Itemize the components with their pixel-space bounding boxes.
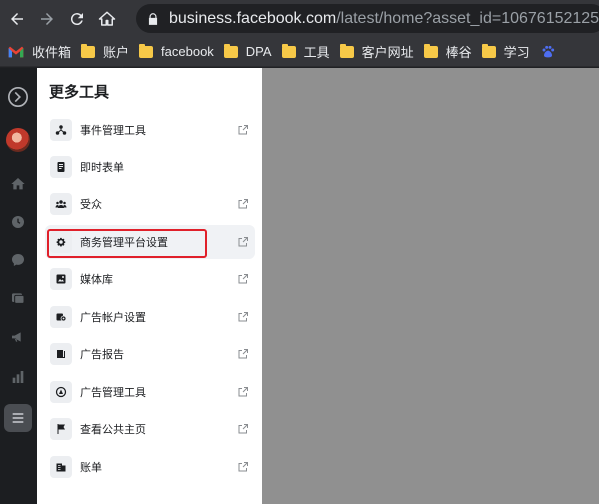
menu-item-label: 广告帐户设置 xyxy=(80,312,146,324)
bookmark-label: 工具 xyxy=(303,45,330,60)
menu-item-label: 媒体库 xyxy=(80,274,113,286)
bookmark-facebook[interactable]: facebook xyxy=(139,43,214,59)
external-link-icon[interactable] xyxy=(237,423,249,435)
menu-item-business-settings[interactable]: 商务管理平台设置 xyxy=(45,225,255,259)
bookmark-label: DPA xyxy=(245,44,272,59)
bookmarks-bar: 收件箱 账户 facebook DPA 工具 客户网址 棒谷 学习 xyxy=(0,37,599,67)
url-host: business.facebook.com xyxy=(169,9,337,27)
events-manager-icon xyxy=(50,119,72,141)
lock-icon xyxy=(148,12,158,25)
bookmark-label: facebook xyxy=(161,44,214,59)
avatar[interactable] xyxy=(6,128,30,152)
ads-megaphone-icon[interactable] xyxy=(5,324,31,350)
menu-item-label: 受众 xyxy=(80,199,102,211)
menu-item-label: 即时表单 xyxy=(80,162,124,174)
bookmark-label: 客户网址 xyxy=(361,45,414,60)
menu-item-label: 广告管理工具 xyxy=(80,387,146,399)
menu-item-label: 事件管理工具 xyxy=(80,125,146,137)
external-link-icon[interactable] xyxy=(237,311,249,323)
panel-title: 更多工具 xyxy=(49,84,110,101)
folder-icon xyxy=(423,43,438,58)
instant-form-icon xyxy=(50,156,72,178)
bookmark-inbox[interactable]: 收件箱 xyxy=(8,42,71,61)
gmail-icon xyxy=(8,46,24,57)
audience-icon xyxy=(50,193,72,215)
menu-item-media-library[interactable]: 媒体库 xyxy=(45,262,255,296)
external-link-icon[interactable] xyxy=(237,124,249,136)
bookmark-label: 棒谷 xyxy=(445,45,472,60)
menu-item-label: 商务管理平台设置 xyxy=(80,237,168,249)
menu-item-ads-manager[interactable]: 广告管理工具 xyxy=(45,375,255,409)
address-bar[interactable]: business.facebook.com/latest/home?asset_… xyxy=(136,4,599,33)
menu-item-label: 查看公共主页 xyxy=(80,424,146,436)
gear-icon xyxy=(50,231,72,253)
posts-icon[interactable] xyxy=(5,285,31,311)
folder-icon xyxy=(223,43,238,58)
insights-chart-icon[interactable] xyxy=(5,364,31,390)
reload-icon[interactable] xyxy=(64,6,90,32)
bookmark-banggood[interactable]: 棒谷 xyxy=(423,42,472,61)
menu-item-view-page[interactable]: 查看公共主页 xyxy=(45,412,255,446)
bookmark-account[interactable]: 账户 xyxy=(81,42,129,61)
folder-icon xyxy=(481,43,496,58)
home-icon[interactable] xyxy=(5,171,31,197)
back-icon[interactable] xyxy=(4,6,30,32)
flag-icon xyxy=(50,418,72,440)
activity-icon[interactable] xyxy=(5,209,31,235)
folder-icon xyxy=(81,43,96,58)
browser-toolbar: business.facebook.com/latest/home?asset_… xyxy=(0,0,599,37)
external-link-icon[interactable] xyxy=(237,386,249,398)
baidu-paw-icon[interactable] xyxy=(540,44,556,60)
bookmark-study[interactable]: 学习 xyxy=(481,42,530,61)
billing-icon xyxy=(50,456,72,478)
external-link-icon[interactable] xyxy=(237,273,249,285)
folder-icon xyxy=(339,43,354,58)
external-link-icon[interactable] xyxy=(237,461,249,473)
meta-logo-icon[interactable] xyxy=(5,84,31,110)
url-path: /latest/home?asset_id=10676152125033 xyxy=(336,9,599,27)
bookmark-label: 账户 xyxy=(103,45,130,60)
menu-item-ad-account-settings[interactable]: 广告帐户设置 xyxy=(45,300,255,334)
external-link-icon[interactable] xyxy=(237,236,249,248)
home-icon[interactable] xyxy=(94,6,120,32)
menu-item-label: 广告报告 xyxy=(80,349,124,361)
menu-item-instant-forms[interactable]: 即时表单 xyxy=(45,150,255,184)
bookmark-dpa[interactable]: DPA xyxy=(223,43,272,59)
menu-item-billing[interactable]: 账单 xyxy=(45,450,255,484)
external-link-icon[interactable] xyxy=(237,348,249,360)
bookmark-client-urls[interactable]: 客户网址 xyxy=(339,42,414,61)
media-library-icon xyxy=(50,268,72,290)
folder-icon xyxy=(139,43,154,58)
ad-account-settings-icon xyxy=(50,306,72,328)
inbox-chat-icon[interactable] xyxy=(5,247,31,273)
left-nav-rail xyxy=(0,68,37,504)
bookmark-label: 收件箱 xyxy=(32,45,72,60)
menu-item-audiences[interactable]: 受众 xyxy=(45,187,255,221)
bookmark-tools[interactable]: 工具 xyxy=(281,42,330,61)
folder-icon xyxy=(281,43,296,58)
business-suite-app: 更多工具 事件管理工具 即时表单 受众 商务管理平台设置 媒体库 广告帐户设置 … xyxy=(0,68,599,504)
more-tools-panel: 更多工具 事件管理工具 即时表单 受众 商务管理平台设置 媒体库 广告帐户设置 … xyxy=(37,68,262,504)
ads-reporting-icon xyxy=(50,343,72,365)
menu-item-ads-reporting[interactable]: 广告报告 xyxy=(45,337,255,371)
menu-item-events-manager[interactable]: 事件管理工具 xyxy=(45,113,255,147)
menu-item-label: 账单 xyxy=(80,462,102,474)
external-link-icon[interactable] xyxy=(237,198,249,210)
bookmark-label: 学习 xyxy=(503,45,530,60)
all-tools-menu-icon[interactable] xyxy=(4,404,32,432)
forward-icon[interactable] xyxy=(34,6,60,32)
ads-manager-icon xyxy=(50,381,72,403)
